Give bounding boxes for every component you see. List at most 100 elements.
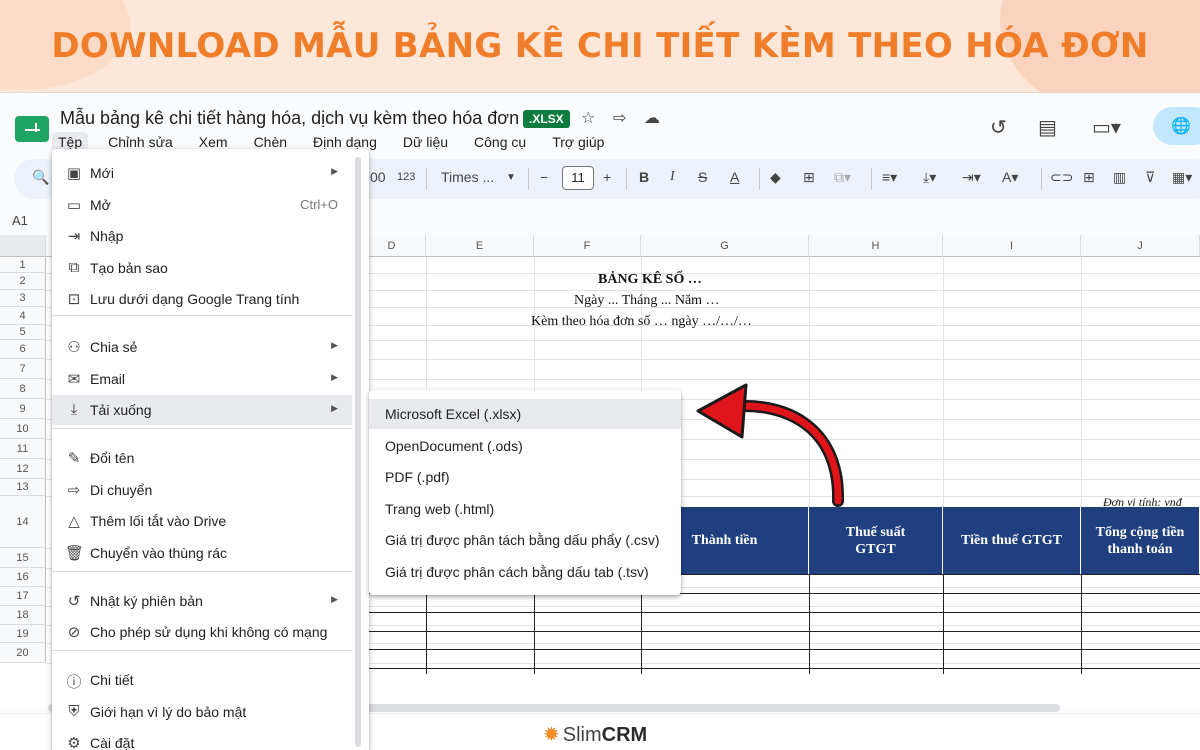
file-menu-item[interactable]: ⇨ Di chuyển <box>52 475 352 505</box>
row-header[interactable]: 6 <box>0 340 46 359</box>
merge-cells-icon[interactable]: ⧉▾ <box>834 169 851 186</box>
borders-icon[interactable]: ⊞ <box>803 169 815 186</box>
download-format-label: Microsoft Excel (.xlsx) <box>385 406 522 422</box>
file-menu-item[interactable]: ▭ Mở Ctrl+O <box>52 190 352 220</box>
file-menu-item[interactable]: ⊘ Cho phép sử dụng khi không có mạng <box>52 617 352 647</box>
email-icon: ✉ <box>67 371 81 388</box>
column-header-i[interactable]: I <box>943 235 1081 257</box>
file-menu-item[interactable]: 🗑 Chuyển vào thùng rác <box>52 538 352 568</box>
column-header-j[interactable]: J <box>1081 235 1200 257</box>
file-menu-item[interactable]: ⊡ Lưu dưới dạng Google Trang tính <box>52 284 352 314</box>
insert-comment-icon[interactable]: ⊞ <box>1083 169 1095 186</box>
row-header[interactable]: 11 <box>0 439 46 459</box>
download-format-item[interactable]: Microsoft Excel (.xlsx) <box>369 399 681 429</box>
column-header-f[interactable]: F <box>534 235 641 257</box>
star-icon[interactable]: ☆ <box>581 108 595 128</box>
row-header[interactable]: 19 <box>0 625 46 643</box>
submenu-arrow-icon: ▶ <box>331 372 338 382</box>
file-menu-item[interactable]: ⚇ Chia sẻ ▶ <box>52 332 352 362</box>
row-header[interactable]: 3 <box>0 290 46 307</box>
row-header[interactable]: 7 <box>0 359 46 379</box>
horizontal-align-icon[interactable]: ≡▾ <box>882 169 897 186</box>
history-icon[interactable]: ↺ <box>990 115 1007 140</box>
file-menu-item[interactable]: ⛨ Giới hạn vì lý do bảo mật <box>52 697 352 727</box>
header-tien-thue[interactable]: Tiền thuế GTGT <box>943 507 1081 574</box>
row-header[interactable]: 5 <box>0 325 46 340</box>
row-header[interactable]: 2 <box>0 273 46 290</box>
download-format-item[interactable]: Giá trị được phân cách bằng dấu tab (.ts… <box>369 557 681 587</box>
file-menu-item-label: Mở <box>90 197 111 213</box>
strikethrough-button[interactable]: S <box>698 169 707 185</box>
text-rotation-icon[interactable]: A▾ <box>1002 169 1018 186</box>
settings-gear-icon: ⚙ <box>67 735 81 750</box>
file-menu-item[interactable]: ⧉ Tạo bản sao <box>52 253 352 283</box>
row-header[interactable]: 17 <box>0 587 46 606</box>
header-tong-cong[interactable]: Tổng cộng tiền thanh toán <box>1081 507 1200 574</box>
column-header-e[interactable]: E <box>426 235 534 257</box>
file-menu-item[interactable]: ↺ Nhật ký phiên bản ▶ <box>52 586 352 616</box>
filter-icon[interactable]: ⊽ <box>1145 169 1155 186</box>
meet-video-icon[interactable]: ▭▾ <box>1092 115 1121 140</box>
name-box[interactable]: A1 <box>12 213 28 228</box>
row-header[interactable]: 12 <box>0 459 46 479</box>
font-size-input[interactable]: 11 <box>562 166 594 190</box>
header-label: GTGT <box>855 541 896 557</box>
column-header-h[interactable]: H <box>809 235 943 257</box>
insert-link-icon[interactable]: ⊂⊃ <box>1050 169 1073 186</box>
comment-icon[interactable]: ▤ <box>1038 115 1057 140</box>
row-header[interactable]: 13 <box>0 479 46 496</box>
header-thue-suat[interactable]: Thuế suất GTGT <box>809 507 943 574</box>
row-header[interactable]: 9 <box>0 399 46 419</box>
move-folder-icon[interactable]: ⇨ <box>613 108 626 128</box>
insert-chart-icon[interactable]: ▥ <box>1113 169 1126 186</box>
decimal-format-fragment[interactable]: 00 <box>370 169 386 185</box>
fill-color-icon[interactable]: ◆ <box>770 169 781 186</box>
sheets-logo-icon[interactable] <box>15 116 49 142</box>
search-icon[interactable]: 🔍 <box>32 169 49 186</box>
row-header[interactable]: 8 <box>0 379 46 399</box>
row-header[interactable]: 10 <box>0 419 46 439</box>
menu-help[interactable]: Trợ giúp <box>546 132 610 152</box>
row-header[interactable]: 15 <box>0 548 46 568</box>
file-menu-item[interactable]: ▣ Mới ▶ <box>52 158 352 188</box>
file-menu-item[interactable]: ✉ Email ▶ <box>52 364 352 394</box>
menu-divider <box>52 571 352 572</box>
menu-tools[interactable]: Công cụ <box>468 132 532 152</box>
file-menu-item[interactable]: ⇥ Nhập <box>52 221 352 251</box>
bold-button[interactable]: B <box>639 169 649 185</box>
download-format-item[interactable]: Trang web (.html) <box>369 494 681 524</box>
file-menu-item[interactable]: ✎ Đổi tên <box>52 443 352 473</box>
text-color-button[interactable]: A <box>730 169 739 185</box>
file-menu-item[interactable]: △ Thêm lối tắt vào Drive <box>52 506 352 536</box>
download-format-item[interactable]: Giá trị được phân tách bằng dấu phẩy (.c… <box>369 525 681 555</box>
row-header[interactable]: 18 <box>0 606 46 625</box>
number-format-button[interactable]: 123 <box>397 171 415 183</box>
download-format-item[interactable]: OpenDocument (.ods) <box>369 431 681 461</box>
chevron-down-icon[interactable]: ▼ <box>506 172 516 183</box>
download-format-item[interactable]: PDF (.pdf) <box>369 462 681 492</box>
file-menu-item[interactable]: ⤓ Tải xuống ▶ <box>52 395 352 425</box>
increase-font-size-button[interactable]: + <box>603 169 611 185</box>
share-button[interactable]: 🌐 <box>1153 107 1200 145</box>
font-family-select[interactable]: Times ... <box>441 169 494 185</box>
menu-data[interactable]: Dữ liệu <box>397 132 454 152</box>
document-title[interactable]: Mẫu bảng kê chi tiết hàng hóa, dịch vụ k… <box>60 108 519 129</box>
header-label: thanh toán <box>1107 541 1173 557</box>
file-menu-item[interactable]: ⓘ Chi tiết <box>52 665 352 695</box>
text-wrap-icon[interactable]: ⇥▾ <box>962 169 981 186</box>
vertical-align-icon[interactable]: ⤓▾ <box>923 169 936 186</box>
file-menu-item[interactable]: ⚙ Cài đặt <box>52 728 352 750</box>
italic-button[interactable]: I <box>670 169 675 185</box>
cloud-status-icon[interactable]: ☁ <box>644 108 660 128</box>
row-header[interactable]: 20 <box>0 643 46 663</box>
title-banner: DOWNLOAD MẪU BẢNG KÊ CHI TIẾT KÈM THEO H… <box>0 0 1200 92</box>
row-header[interactable]: 14 <box>0 496 46 548</box>
column-header-g[interactable]: G <box>641 235 809 257</box>
table-view-icon[interactable]: ▦▾ <box>1172 169 1192 186</box>
select-all-corner[interactable] <box>0 235 46 257</box>
row-header[interactable]: 4 <box>0 307 46 325</box>
row-header[interactable]: 1 <box>0 257 46 273</box>
row-header[interactable]: 16 <box>0 568 46 587</box>
menu-scrollbar[interactable] <box>355 157 361 747</box>
decrease-font-size-button[interactable]: − <box>540 169 548 185</box>
